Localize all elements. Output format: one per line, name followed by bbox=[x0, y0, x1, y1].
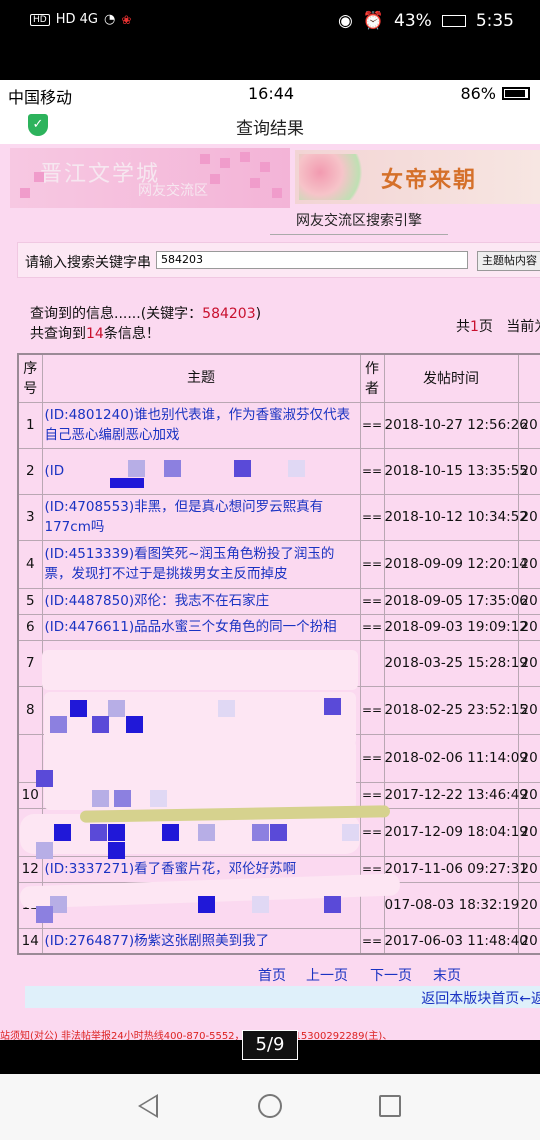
table-row: 5 (ID:4487850)邓伦：我志不在石家庄 == 2018-09-05 1… bbox=[17, 587, 540, 615]
first-page-link[interactable]: 首页 bbox=[258, 965, 286, 985]
prev-page-link[interactable]: 上一页 bbox=[306, 965, 348, 985]
hd-icon: HD bbox=[30, 13, 50, 26]
promo-title: 女帝来朝 bbox=[381, 168, 478, 193]
topic-link[interactable]: (ID:4801240)谁也别代表谁，作为香蜜淑芬仅代表自己恶心编剧恶心加戏 bbox=[41, 401, 361, 449]
header-no: 序号 bbox=[17, 353, 43, 403]
phone-status-bar: 中国移动 16:44 86% bbox=[0, 80, 540, 108]
battery-icon bbox=[502, 87, 530, 100]
phone-clock: 16:44 bbox=[248, 84, 295, 103]
viewer-status-bar: HD HD 4G ◔ ❀ ◉ ⏰ 43% 5:35 bbox=[0, 0, 540, 46]
signal-icon: HD 4G bbox=[55, 12, 98, 27]
page-info: 共1页 当前为 bbox=[456, 319, 540, 335]
site-logo-banner[interactable]: 晋江文学城 网友交流区 bbox=[10, 148, 290, 208]
topic-link[interactable]: (ID:4487850)邓伦：我志不在石家庄 bbox=[41, 587, 361, 615]
topic-link[interactable]: (ID:4513339)看图笑死~润玉角色粉投了润玉的票，发现打不过于是挑拨男女… bbox=[41, 539, 361, 589]
back-bar: 返回本版块首页←返 bbox=[25, 986, 540, 1008]
keyword-highlight: 584203 bbox=[202, 306, 256, 322]
battery-icon bbox=[441, 15, 466, 27]
promo-banner[interactable]: 女帝来朝 bbox=[295, 150, 540, 204]
table-row: 14 (ID:2764877)杨紫这张剧照美到我了 == 2017-06-03 … bbox=[17, 927, 540, 955]
header-topic: 主题 bbox=[41, 353, 361, 403]
recent-apps-icon[interactable] bbox=[379, 1095, 401, 1117]
result-summary: 查询到的信息......(关键字：584203) 共查询到14条信息！ bbox=[30, 306, 262, 342]
table-row: 6 (ID:4476611)品品水蜜三个女角色的同一个扮相 == 2018-09… bbox=[17, 613, 540, 641]
home-icon[interactable] bbox=[258, 1094, 282, 1118]
page-indicator: 5/9 bbox=[242, 1030, 298, 1060]
battery-percent-phone: 86% bbox=[460, 84, 496, 103]
table-row: 1 (ID:4801240)谁也别代表谁，作为香蜜淑芬仅代表自己恶心编剧恶心加戏… bbox=[17, 401, 540, 449]
battery-percent: 43% bbox=[394, 11, 432, 31]
table-header: 序号 主题 作者 发帖时间 bbox=[17, 353, 540, 403]
wifi-icon: ◔ bbox=[103, 12, 116, 27]
huawei-icon: ❀ bbox=[121, 12, 132, 27]
last-page-link[interactable]: 末页 bbox=[433, 965, 461, 985]
result-count: 14 bbox=[86, 326, 104, 342]
topic-link[interactable]: (ID:4708553)非黑，但是真心想问罗云熙真有177cm吗 bbox=[41, 493, 361, 541]
topic-link[interactable]: (ID:4476611)品品水蜜三个女角色的同一个扮相 bbox=[41, 613, 361, 641]
topic-link[interactable]: (ID:2764877)杨紫这张剧照美到我了 bbox=[41, 927, 361, 955]
search-engine-title: 网友交流区搜索引擎 bbox=[270, 210, 448, 235]
search-scope-select[interactable]: 主题帖内容 bbox=[477, 251, 540, 271]
table-row: 4 (ID:4513339)看图笑死~润玉角色粉投了润玉的票，发现打不过于是挑拨… bbox=[17, 539, 540, 589]
header-time: 发帖时间 bbox=[383, 353, 519, 403]
back-to-board-link[interactable]: 返回本版块首页←返 bbox=[421, 988, 540, 1008]
search-label: 请输入搜索关键字串 bbox=[25, 255, 151, 271]
search-bar: 请输入搜索关键字串 584203 主题帖内容 bbox=[17, 242, 540, 278]
app-titlebar: ✓ 查询结果 bbox=[0, 108, 540, 144]
search-input[interactable]: 584203 bbox=[156, 251, 468, 269]
header-extra bbox=[517, 353, 540, 403]
eye-icon: ◉ bbox=[338, 11, 353, 31]
clock: 5:35 bbox=[475, 11, 514, 31]
flower-image bbox=[299, 154, 369, 200]
alarm-icon: ⏰ bbox=[362, 11, 385, 31]
site-logo-subtitle: 网友交流区 bbox=[138, 183, 208, 199]
table-row: 2 (ID == 2018-10-15 13:35:55 20 bbox=[17, 447, 540, 495]
screenshot-content: 中国移动 16:44 86% ✓ 查询结果 晋江文学城 网友交流区 女帝来朝 网… bbox=[0, 80, 540, 1040]
next-page-link[interactable]: 下一页 bbox=[370, 965, 412, 985]
table-row: 3 (ID:4708553)非黑，但是真心想问罗云熙真有177cm吗 == 20… bbox=[17, 493, 540, 541]
header-author: 作者 bbox=[359, 353, 385, 403]
carrier-label: 中国移动 bbox=[8, 88, 73, 107]
back-icon[interactable] bbox=[138, 1094, 158, 1118]
system-nav-bar bbox=[0, 1074, 540, 1140]
page-title: 查询结果 bbox=[236, 119, 304, 139]
topic-link[interactable]: (ID bbox=[41, 447, 361, 495]
